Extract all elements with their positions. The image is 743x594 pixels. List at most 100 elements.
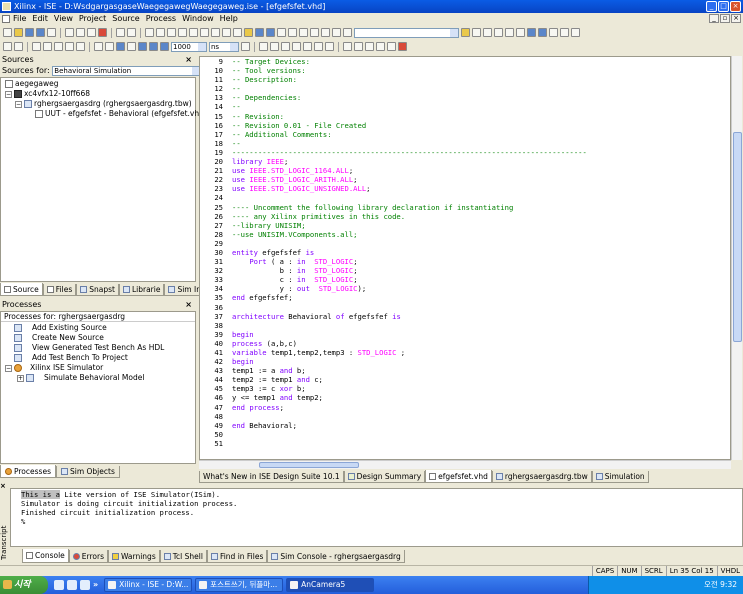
minimize-button[interactable]: _ [706, 1, 717, 12]
panel-icon[interactable] [277, 28, 286, 37]
tab-whats-new[interactable]: What's New in ISE Design Suite 10.1 [199, 471, 344, 483]
quicklaunch-more[interactable]: » [93, 580, 98, 590]
scroll-thumb[interactable] [733, 132, 742, 342]
zoom-region-icon[interactable] [200, 28, 209, 37]
code-line[interactable]: use IEEE.STD_LOGIC_ARITH.ALL; [232, 175, 730, 184]
code-line[interactable]: --use UNISIM.VComponents.all; [232, 230, 730, 239]
sources-for-select[interactable]: Behavioral Simulation [52, 65, 202, 76]
process-simulate-behavioral-model[interactable]: + Simulate Behavioral Model [17, 373, 144, 383]
sim-time-input[interactable]: 1000 [171, 41, 207, 52]
paste-icon[interactable] [87, 28, 96, 37]
indent-icon[interactable] [32, 42, 41, 51]
code-line[interactable]: variable temp1,temp2,temp3 : STD_LOGIC ; [232, 348, 730, 357]
copy-icon[interactable] [76, 28, 85, 37]
process-add-test-bench[interactable]: Add Test Bench To Project [14, 353, 128, 363]
tab-sim-console[interactable]: Sim Console - rghergsaergasdrg [267, 550, 405, 563]
zoom-icon[interactable] [167, 28, 176, 37]
code-line[interactable] [232, 239, 730, 248]
find-all-icon[interactable] [376, 42, 385, 51]
insert-icon[interactable] [76, 42, 85, 51]
window-cascade-icon[interactable] [266, 28, 275, 37]
editor-horizontal-scrollbar[interactable] [199, 460, 731, 469]
code-line[interactable] [232, 193, 730, 202]
zoom-full-icon[interactable] [281, 42, 290, 51]
code-line[interactable]: library IEEE; [232, 157, 730, 166]
code-line[interactable] [232, 303, 730, 312]
layout2-icon[interactable] [299, 28, 308, 37]
code-line[interactable] [232, 412, 730, 421]
stop-icon[interactable] [398, 42, 407, 51]
search-combo[interactable] [354, 27, 459, 38]
key-icon[interactable] [321, 28, 330, 37]
code-line[interactable]: begin [232, 357, 730, 366]
code-line[interactable]: end Behavioral; [232, 421, 730, 430]
find-next-icon[interactable] [156, 28, 165, 37]
close-button[interactable]: × [730, 1, 741, 12]
undo-icon[interactable] [116, 28, 125, 37]
tab-testbench-tbw[interactable]: rghergsaergasdrg.tbw [491, 471, 592, 483]
open-folder-icon[interactable] [14, 28, 23, 37]
menu-file[interactable]: File [10, 13, 29, 25]
code-line[interactable]: -- Dependencies: [232, 93, 730, 102]
pan-icon[interactable] [211, 28, 220, 37]
wave-icon[interactable] [94, 42, 103, 51]
menu-help[interactable]: Help [217, 13, 241, 25]
menu-window[interactable]: Window [179, 13, 217, 25]
outdent-icon[interactable] [43, 42, 52, 51]
marker-remove-icon[interactable] [325, 42, 334, 51]
collapse-icon[interactable]: − [5, 90, 12, 98]
tab-snapshots[interactable]: Snapst [76, 284, 119, 296]
code-line[interactable]: ----------------------------------------… [232, 148, 730, 157]
code-line[interactable]: use IEEE.STD_LOGIC_UNSIGNED.ALL; [232, 184, 730, 193]
print-icon[interactable] [47, 28, 56, 37]
code-line[interactable]: temp3 := c xor b; [232, 384, 730, 393]
task-post-write[interactable]: 포스트쓰기, 뒤플마... [195, 578, 284, 592]
code-line[interactable]: temp1 := a and b; [232, 366, 730, 375]
code-line[interactable]: -- Description: [232, 75, 730, 84]
tab-libraries[interactable]: Librarie [118, 284, 165, 296]
doc2-icon[interactable] [538, 28, 547, 37]
code-line[interactable]: -- [232, 84, 730, 93]
tab-processes[interactable]: Processes [0, 465, 56, 478]
doc3-icon[interactable] [549, 28, 558, 37]
tree-item-testbench[interactable]: − rghergsaergasdrg (rghergsaergasdrg.tbw) [15, 99, 192, 109]
bookmark-icon[interactable] [244, 28, 253, 37]
hscroll-thumb[interactable] [259, 462, 359, 468]
save-all-icon[interactable] [36, 28, 45, 37]
back-icon[interactable] [3, 42, 12, 51]
process-add-existing-source[interactable]: Add Existing Source [14, 323, 107, 333]
tab-simulation[interactable]: Simulation [591, 471, 649, 483]
editor-vertical-scrollbar[interactable] [731, 56, 742, 460]
code-line[interactable]: -- Revision 0.01 - File Created [232, 121, 730, 130]
code-line[interactable]: begin [232, 330, 730, 339]
code-line[interactable]: -- Additional Comments: [232, 130, 730, 139]
code-line[interactable]: process (a,b,c) [232, 339, 730, 348]
menu-view[interactable]: View [51, 13, 76, 25]
run-for-icon[interactable] [241, 42, 250, 51]
zoom-out-wave-icon[interactable] [270, 42, 279, 51]
quicklaunch-icon[interactable] [67, 580, 77, 590]
find-prev-icon[interactable] [365, 42, 374, 51]
mdi-close-button[interactable]: × [731, 14, 741, 23]
menu-process[interactable]: Process [143, 13, 179, 25]
code-line[interactable]: ---- Uncomment the following library dec… [232, 203, 730, 212]
code-line[interactable]: -- Revision: [232, 112, 730, 121]
tab-console[interactable]: Console [22, 549, 69, 563]
select-icon[interactable] [222, 28, 231, 37]
tab-errors[interactable]: Errors [68, 550, 108, 563]
menu-project[interactable]: Project [76, 13, 109, 25]
code-line[interactable]: y : out STD_LOGIC); [232, 284, 730, 293]
processes-close-icon[interactable]: × [185, 299, 192, 310]
refresh-icon[interactable] [516, 28, 525, 37]
code-line[interactable]: ---- any Xilinx primitives in this code. [232, 212, 730, 221]
mdi-restore-button[interactable]: ▫ [720, 14, 730, 23]
code-line[interactable] [232, 430, 730, 439]
console-close-icon[interactable]: × [0, 482, 6, 490]
start-button[interactable]: 시작 [0, 576, 48, 594]
forward-icon[interactable] [14, 42, 23, 51]
task-ancamera[interactable]: AnCamera5 [286, 578, 375, 592]
delete-icon[interactable] [98, 28, 107, 37]
code-line[interactable]: use IEEE.STD_LOGIC_1164.ALL; [232, 166, 730, 175]
replace-icon[interactable] [387, 42, 396, 51]
code-line[interactable] [232, 439, 730, 448]
